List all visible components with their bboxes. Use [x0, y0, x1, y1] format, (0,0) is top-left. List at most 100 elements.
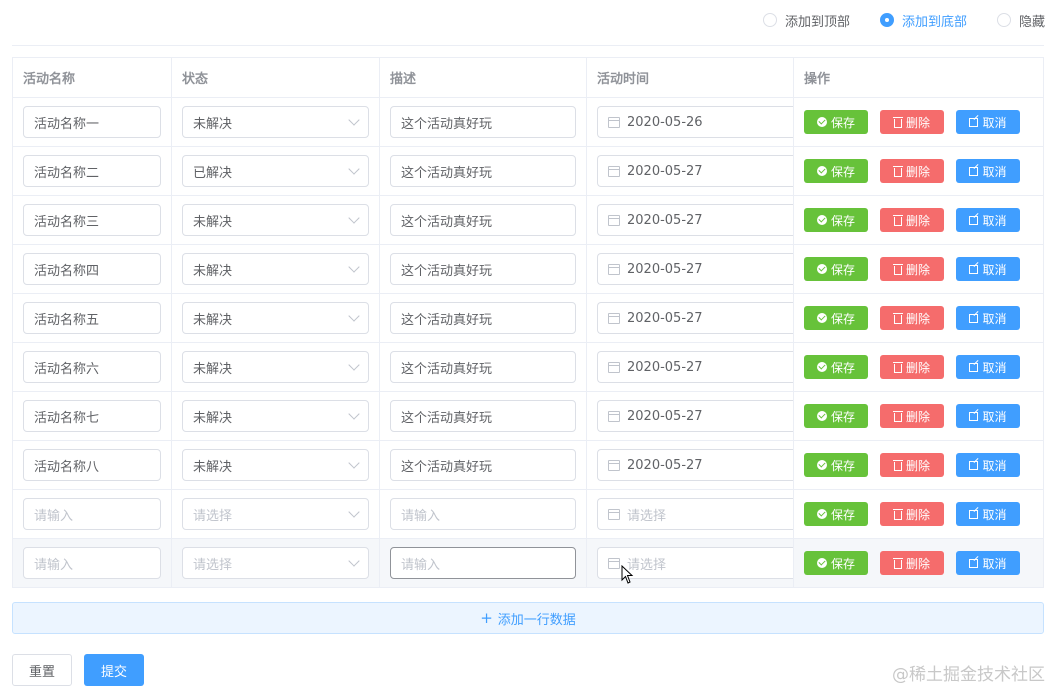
cancel-button[interactable]: 取消 — [956, 257, 1020, 281]
save-label: 保存 — [830, 311, 855, 326]
trash-icon — [892, 410, 903, 422]
date-picker[interactable]: 请选择 — [597, 498, 793, 530]
cell-status: 请选择 — [172, 490, 380, 538]
radio-add-to-bottom[interactable]: 添加到底部 — [879, 11, 967, 30]
date-picker[interactable]: 2020-05-27 — [597, 155, 793, 187]
desc-input[interactable]: 这个活动真好玩 — [390, 400, 576, 432]
desc-input[interactable]: 这个活动真好玩 — [390, 302, 576, 334]
name-input[interactable]: 活动名称八 — [23, 449, 161, 481]
cancel-button[interactable]: 取消 — [956, 208, 1020, 232]
cell-status: 请选择 — [172, 539, 380, 587]
save-button[interactable]: 保存 — [804, 110, 868, 134]
cancel-button[interactable]: 取消 — [956, 306, 1020, 330]
reset-button[interactable]: 重置 — [12, 654, 72, 686]
status-select[interactable]: 未解决 — [182, 400, 369, 432]
chevron-down-icon — [348, 163, 360, 175]
save-button[interactable]: 保存 — [804, 502, 868, 526]
cancel-button[interactable]: 取消 — [956, 551, 1020, 575]
date-picker[interactable]: 2020-05-27 — [597, 400, 793, 432]
name-input[interactable]: 活动名称四 — [23, 253, 161, 285]
delete-button[interactable]: 删除 — [880, 306, 944, 330]
cancel-label: 取消 — [982, 311, 1007, 326]
cell-actions: 保存 删除 取消 — [794, 343, 1043, 391]
cancel-button[interactable]: 取消 — [956, 110, 1020, 134]
desc-input[interactable]: 这个活动真好玩 — [390, 253, 576, 285]
status-select[interactable]: 未解决 — [182, 106, 369, 138]
delete-label: 删除 — [905, 115, 930, 130]
cancel-button[interactable]: 取消 — [956, 404, 1020, 428]
desc-input[interactable]: 这个活动真好玩 — [390, 204, 576, 236]
delete-label: 删除 — [905, 360, 930, 375]
cell-name: 活动名称一 — [13, 98, 172, 146]
name-input[interactable]: 活动名称六 — [23, 351, 161, 383]
date-picker[interactable]: 2020-05-26 — [597, 106, 793, 138]
delete-label: 删除 — [905, 164, 930, 179]
date-picker[interactable]: 2020-05-27 — [597, 302, 793, 334]
status-select[interactable]: 未解决 — [182, 253, 369, 285]
chevron-down-icon — [348, 114, 360, 126]
cancel-button[interactable]: 取消 — [956, 453, 1020, 477]
desc-input[interactable]: 请输入 — [390, 498, 576, 530]
delete-button[interactable]: 删除 — [880, 208, 944, 232]
date-picker[interactable]: 2020-05-27 — [597, 204, 793, 236]
date-picker[interactable]: 2020-05-27 — [597, 449, 793, 481]
save-button[interactable]: 保存 — [804, 306, 868, 330]
add-row-button[interactable]: + 添加一行数据 — [12, 602, 1044, 634]
name-input[interactable]: 活动名称一 — [23, 106, 161, 138]
cancel-button[interactable]: 取消 — [956, 159, 1020, 183]
column-header-date: 活动时间 — [587, 58, 794, 97]
date-picker[interactable]: 2020-05-27 — [597, 253, 793, 285]
save-button[interactable]: 保存 — [804, 404, 868, 428]
desc-input[interactable]: 这个活动真好玩 — [390, 106, 576, 138]
date-value: 2020-05-27 — [627, 212, 703, 228]
delete-button[interactable]: 删除 — [880, 404, 944, 428]
delete-button[interactable]: 删除 — [880, 453, 944, 477]
save-button[interactable]: 保存 — [804, 453, 868, 477]
desc-input[interactable]: 这个活动真好玩 — [390, 155, 576, 187]
save-label: 保存 — [830, 458, 855, 473]
status-select[interactable]: 未解决 — [182, 449, 369, 481]
desc-input[interactable]: 这个活动真好玩 — [390, 449, 576, 481]
cancel-button[interactable]: 取消 — [956, 502, 1020, 526]
status-select[interactable]: 未解决 — [182, 302, 369, 334]
save-button[interactable]: 保存 — [804, 551, 868, 575]
status-select[interactable]: 未解决 — [182, 204, 369, 236]
name-input[interactable]: 活动名称二 — [23, 155, 161, 187]
name-input[interactable]: 请输入 — [23, 498, 161, 530]
name-input[interactable]: 活动名称三 — [23, 204, 161, 236]
status-select[interactable]: 已解决 — [182, 155, 369, 187]
desc-input[interactable]: 这个活动真好玩 — [390, 351, 576, 383]
save-button[interactable]: 保存 — [804, 257, 868, 281]
radio-hide[interactable]: 隐藏 — [996, 11, 1045, 30]
name-input[interactable]: 请输入 — [23, 547, 161, 579]
delete-button[interactable]: 删除 — [880, 551, 944, 575]
chevron-down-icon — [348, 457, 360, 469]
cell-date: 2020-05-26 — [587, 98, 794, 146]
delete-button[interactable]: 删除 — [880, 257, 944, 281]
cell-name: 请输入 — [13, 539, 172, 587]
cancel-button[interactable]: 取消 — [956, 355, 1020, 379]
status-select[interactable]: 请选择 — [182, 498, 369, 530]
delete-button[interactable]: 删除 — [880, 502, 944, 526]
save-button[interactable]: 保存 — [804, 355, 868, 379]
name-input[interactable]: 活动名称五 — [23, 302, 161, 334]
status-select[interactable]: 未解决 — [182, 351, 369, 383]
cell-date: 2020-05-27 — [587, 343, 794, 391]
save-button[interactable]: 保存 — [804, 208, 868, 232]
calendar-icon — [608, 459, 620, 471]
save-button[interactable]: 保存 — [804, 159, 868, 183]
cell-date: 2020-05-27 — [587, 441, 794, 489]
radio-add-to-top[interactable]: 添加到顶部 — [762, 11, 850, 30]
delete-button[interactable]: 删除 — [880, 159, 944, 183]
delete-button[interactable]: 删除 — [880, 355, 944, 379]
insert-position-radio-group: 添加到顶部 添加到底部 隐藏 — [733, 10, 1045, 30]
name-input[interactable]: 活动名称七 — [23, 400, 161, 432]
status-select[interactable]: 请选择 — [182, 547, 369, 579]
save-label: 保存 — [830, 115, 855, 130]
submit-button[interactable]: 提交 — [84, 654, 144, 686]
desc-input[interactable]: 请输入 — [390, 547, 576, 579]
trash-icon — [892, 312, 903, 324]
date-picker[interactable]: 2020-05-27 — [597, 351, 793, 383]
status-select-value: 请选择 — [193, 508, 233, 524]
delete-button[interactable]: 删除 — [880, 110, 944, 134]
